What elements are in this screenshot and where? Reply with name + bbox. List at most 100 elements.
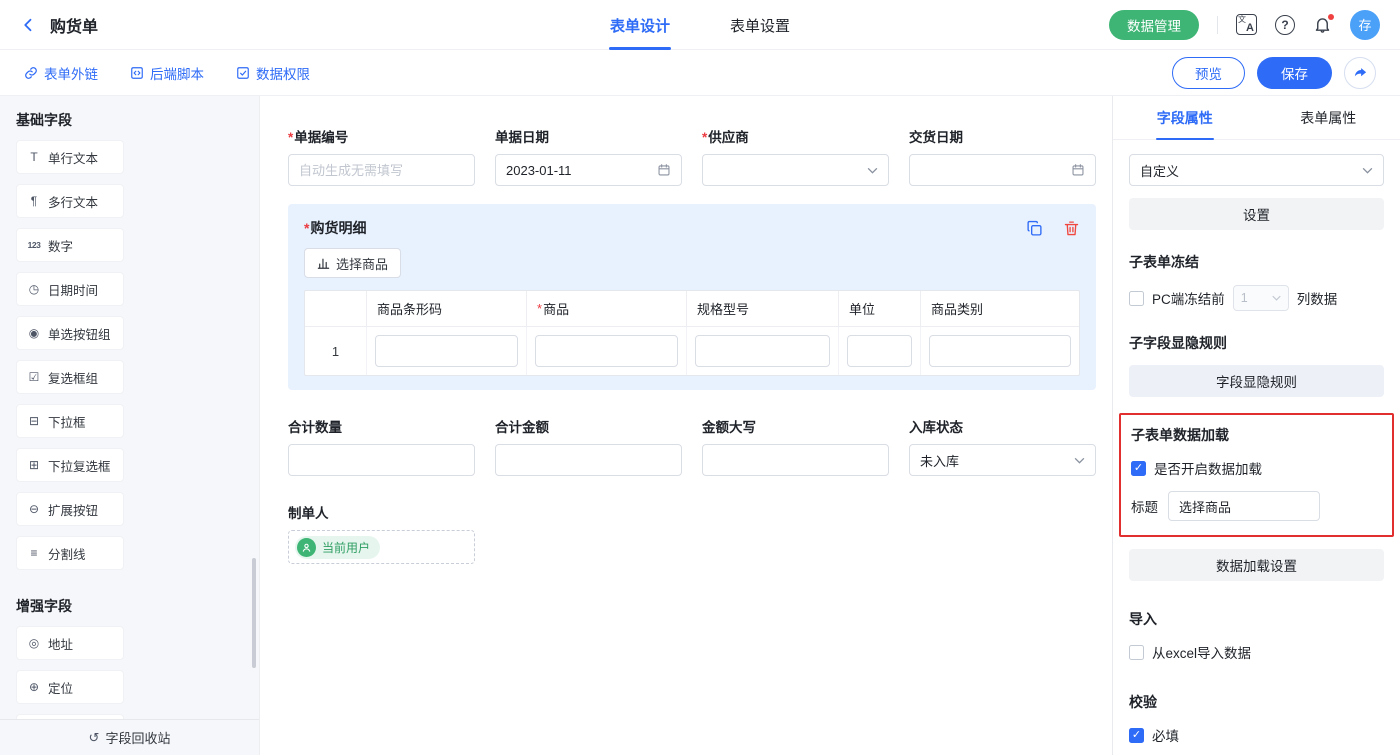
required-checkbox[interactable]: ✓ [1129,728,1144,743]
save-button[interactable]: 保存 [1257,57,1332,89]
toolbar-link-label: 后端脚本 [150,63,204,83]
style-select[interactable]: 自定义 [1129,154,1384,186]
amount-in-words-input[interactable] [702,444,889,476]
order-number-input[interactable] [288,154,475,186]
data-load-title-input[interactable] [1168,491,1320,521]
excel-import-checkbox[interactable] [1129,645,1144,660]
tab-form-properties[interactable]: 表单属性 [1257,96,1400,139]
single-line-text-icon: T [26,150,42,164]
field-item-extend-button[interactable]: ⊖扩展按钮 [16,492,124,526]
setting-button[interactable]: 设置 [1129,198,1384,230]
barcode-input[interactable] [375,335,518,367]
field-item-multi-line-text[interactable]: ¶多行文本 [16,184,124,218]
required-label: 必填 [1152,725,1179,745]
data-load-checkbox-label: 是否开启数据加载 [1154,458,1262,478]
row-index: 1 [332,344,339,359]
field-item-checkbox-group[interactable]: ☑复选框组 [16,360,124,394]
field-item-address[interactable]: ◎地址 [16,626,124,660]
datetime-icon: ◷ [26,282,42,296]
visibility-rule-button[interactable]: 字段显隐规则 [1129,365,1384,397]
share-button[interactable] [1344,57,1376,89]
data-load-title-label: 标题 [1131,496,1158,516]
tab-form-settings[interactable]: 表单设置 [730,0,790,50]
multi-line-text-icon: ¶ [26,194,42,208]
select-product-button[interactable]: 选择商品 [304,248,401,278]
product-input[interactable] [535,335,678,367]
location-icon: ⊕ [26,680,42,694]
field-total-amount[interactable]: 合计金额 [495,416,682,476]
unit-input[interactable] [847,335,912,367]
total-amount-input[interactable] [495,444,682,476]
field-recycle-bin[interactable]: ↺ 字段回收站 [0,719,259,755]
field-delivery-date[interactable]: 交货日期 [909,126,1096,186]
field-item-dropdown[interactable]: ⊟下拉框 [16,404,124,438]
field-label: 交货日期 [909,126,1096,146]
data-manage-button[interactable]: 数据管理 [1109,10,1199,40]
data-load-checkbox[interactable]: ✓ [1131,461,1146,476]
field-item-radio-group[interactable]: ◉单选按钮组 [16,316,124,350]
back-button[interactable] [20,16,38,34]
category-input[interactable] [929,335,1071,367]
sidebar-scrollbar[interactable] [252,558,256,668]
field-amount-in-words[interactable]: 金额大写 [702,416,889,476]
unit-cell [839,327,921,375]
delivery-date-input[interactable] [909,154,1096,186]
language-button[interactable]: 文A [1236,14,1257,35]
column-header-index [305,291,367,327]
notification-button[interactable] [1313,15,1332,34]
help-button[interactable]: ? [1275,15,1295,35]
import-section-title: 导入 [1129,609,1384,629]
order-date-input[interactable]: 2023-01-11 [495,154,682,186]
form-external-link[interactable]: 表单外链 [24,63,98,83]
tab-form-design[interactable]: 表单设计 [610,0,670,50]
form-design-canvas[interactable]: 单据编号 单据日期 2023-01-11 供应商 交 [260,96,1112,755]
field-order-number[interactable]: 单据编号 [288,126,475,186]
user-avatar[interactable]: 存 [1350,10,1380,40]
creator-field[interactable]: 当前用户 [288,530,475,564]
validate-section-title: 校验 [1129,692,1384,712]
order-number-input-inner[interactable] [299,163,464,178]
subform-purchase-detail[interactable]: 购货明细 选择商品 商品条形码 商品 规格型号 单位 商品类别 [288,204,1096,390]
header-right: 数据管理 文A ? 存 [1109,10,1380,40]
tab-field-properties[interactable]: 字段属性 [1113,96,1257,139]
field-order-date[interactable]: 单据日期 2023-01-11 [495,126,682,186]
freeze-count-select[interactable]: 1 [1233,285,1289,311]
supplier-select[interactable] [702,154,889,186]
spec-input[interactable] [695,335,830,367]
inbound-status-select[interactable]: 未入库 [909,444,1096,476]
field-inbound-status[interactable]: 入库状态 未入库 [909,416,1096,476]
field-creator[interactable]: 制单人 当前用户 [288,502,1096,564]
field-label: 单据编号 [288,126,475,146]
freeze-checkbox[interactable] [1129,291,1144,306]
highlighted-data-load-section: 子表单数据加载 ✓ 是否开启数据加载 标题 [1119,413,1394,537]
field-item-number[interactable]: 123数字 [16,228,124,262]
field-item-divider[interactable]: ≡分割线 [16,536,124,570]
barcode-cell [367,327,527,375]
field-total-quantity[interactable]: 合计数量 [288,416,475,476]
field-item-location[interactable]: ⊕定位 [16,670,124,704]
field-label: 金额大写 [702,416,889,436]
field-item-dropdown-multi[interactable]: ⊞下拉复选框 [16,448,124,482]
field-library-sidebar: 基础字段 T单行文本 ¶多行文本 123数字 ◷日期时间 ◉单选按钮组 ☑复选框… [0,96,260,755]
preview-button[interactable]: 预览 [1172,57,1245,89]
data-permission-link[interactable]: 数据权限 [236,63,310,83]
subform-table: 商品条形码 商品 规格型号 单位 商品类别 1 [304,290,1080,376]
property-tabs: 字段属性 表单属性 [1113,96,1400,140]
backend-script-link[interactable]: 后端脚本 [130,63,204,83]
table-row: 1 [305,327,1079,375]
field-supplier[interactable]: 供应商 [702,126,889,186]
total-quantity-input[interactable] [288,444,475,476]
field-row-2: 合计数量 合计金额 金额大写 入库状态 未入库 [288,416,1096,476]
select-value: 未入库 [920,451,1074,470]
property-panel: 字段属性 表单属性 自定义 设置 子表单冻结 PC端冻结前 1 列数据 子字段显… [1112,96,1400,755]
header-left: 购货单 [20,13,98,37]
copy-button[interactable] [1026,220,1043,237]
field-item-datetime[interactable]: ◷日期时间 [16,272,124,306]
calendar-icon [1071,163,1085,177]
field-item-single-line-text[interactable]: T单行文本 [16,140,124,174]
field-item-label: 下拉框 [48,412,86,431]
page-title: 购货单 [50,13,98,37]
data-load-title-input-inner[interactable] [1179,492,1309,520]
delete-button[interactable] [1063,220,1080,237]
data-load-setting-button[interactable]: 数据加载设置 [1129,549,1384,581]
